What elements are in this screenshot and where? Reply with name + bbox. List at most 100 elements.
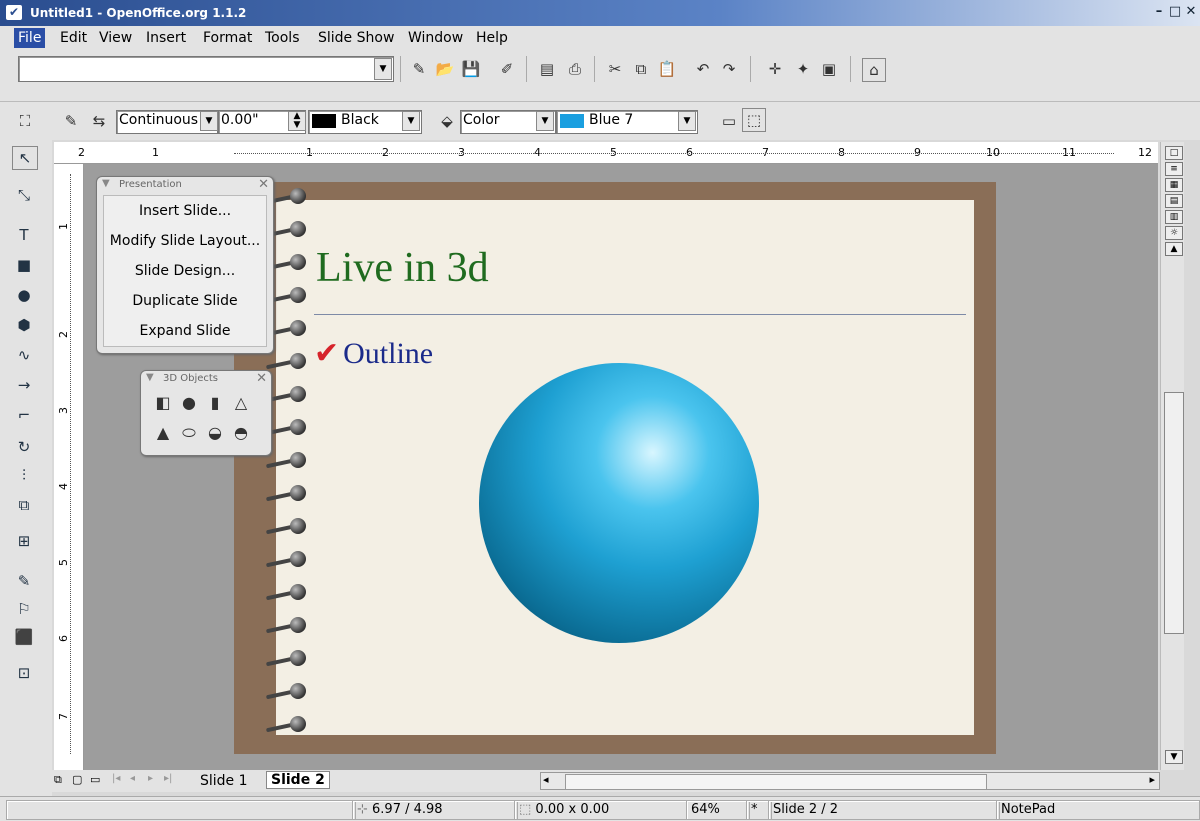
- line-color-dropdown[interactable]: ▼: [402, 111, 420, 131]
- expand-slide-button[interactable]: Expand Slide: [104, 316, 266, 346]
- scroll-right-button[interactable]: ▸: [1149, 773, 1155, 786]
- palette-header[interactable]: ▼ Presentation ✕: [97, 177, 273, 193]
- stylist-icon[interactable]: ✦: [792, 58, 814, 80]
- slides-view-icon[interactable]: ▦: [1165, 178, 1183, 192]
- maximize-icon[interactable]: □: [1168, 5, 1182, 19]
- slide-design-button[interactable]: Slide Design...: [104, 256, 266, 286]
- text-icon[interactable]: T: [12, 224, 36, 246]
- 3d-sphere[interactable]: [479, 363, 759, 643]
- bullet-item[interactable]: ✔ Outline: [314, 336, 433, 371]
- 3d-objects-icon[interactable]: ⬢: [12, 314, 36, 336]
- vertical-scrollbar[interactable]: □ ≡ ▦ ▤ ▥ ☼ ▲ ▼: [1160, 142, 1184, 770]
- slide[interactable]: Live in 3d ✔ Outline: [276, 200, 974, 735]
- open-icon[interactable]: 📂: [434, 58, 456, 80]
- tab-slide-1[interactable]: Slide 1: [200, 773, 248, 789]
- app-icon[interactable]: ✔: [6, 5, 22, 20]
- modify-slide-layout-button[interactable]: Modify Slide Layout...: [104, 226, 266, 256]
- area-style-dropdown[interactable]: ▼: [536, 111, 554, 131]
- menu-slide-show[interactable]: Slide Show: [318, 30, 394, 46]
- print-icon[interactable]: ⎙: [564, 58, 586, 80]
- menu-window[interactable]: Window: [408, 30, 463, 46]
- undo-icon[interactable]: ↶: [692, 58, 714, 80]
- cut-icon[interactable]: ✂: [604, 58, 626, 80]
- cone-icon[interactable]: △: [231, 393, 251, 413]
- connector-icon[interactable]: ⌐: [12, 404, 36, 426]
- edit-points-icon[interactable]: ⬚: [742, 108, 766, 132]
- style-icon[interactable]: ✎: [60, 110, 82, 132]
- close-icon[interactable]: ✕: [1184, 5, 1198, 19]
- url-dropdown-button[interactable]: ▼: [374, 58, 392, 80]
- pyramid-icon[interactable]: ▲: [153, 423, 173, 443]
- outline-view-icon[interactable]: ≡: [1165, 162, 1183, 176]
- vertical-ruler[interactable]: 1 2 3 4 5 6 7: [54, 164, 84, 770]
- slide-show-icon[interactable]: ⊡: [12, 662, 36, 684]
- line-width-spinner[interactable]: ▲ ▼: [288, 111, 306, 131]
- curve-icon[interactable]: ∿: [12, 344, 36, 366]
- object-bar-icon[interactable]: ⛶: [14, 110, 36, 132]
- cylinder-icon[interactable]: ▮: [205, 393, 225, 413]
- paste-icon[interactable]: 📋: [656, 58, 678, 80]
- ellipse-icon[interactable]: ●: [12, 284, 36, 306]
- half-sphere-icon[interactable]: ◓: [231, 423, 251, 443]
- scroll-down-button[interactable]: ▼: [1165, 750, 1183, 764]
- close-icon[interactable]: ✕: [256, 371, 267, 386]
- line-style-dropdown[interactable]: ▼: [200, 111, 218, 131]
- shell-icon[interactable]: ◒: [205, 423, 225, 443]
- zoom-field[interactable]: 64%: [686, 800, 750, 820]
- rectangle-icon[interactable]: ■: [12, 254, 36, 276]
- arrange-icon[interactable]: ⧉: [12, 494, 36, 516]
- insert-slide-button[interactable]: Insert Slide...: [104, 196, 266, 226]
- menu-format[interactable]: Format: [203, 30, 252, 46]
- close-icon[interactable]: ✕: [258, 177, 269, 192]
- url-input[interactable]: [18, 56, 394, 82]
- area-color-dropdown[interactable]: ▼: [678, 111, 696, 131]
- menu-tools[interactable]: Tools: [265, 30, 300, 46]
- last-slide-icon[interactable]: ▸|: [164, 773, 172, 784]
- area-style-icon[interactable]: ⬙: [436, 110, 458, 132]
- h-scroll-thumb[interactable]: [565, 774, 987, 790]
- area-color-select[interactable]: Blue 7: [556, 110, 698, 134]
- collapse-icon[interactable]: ▼: [146, 372, 154, 383]
- alignment-icon[interactable]: ⫶: [12, 464, 36, 486]
- data-sources-icon[interactable]: ⌂: [862, 58, 886, 82]
- menu-help[interactable]: Help: [476, 30, 508, 46]
- select-arrow-icon[interactable]: ↖: [12, 146, 38, 170]
- menu-file[interactable]: File: [14, 28, 46, 48]
- redo-icon[interactable]: ↷: [718, 58, 740, 80]
- line-ends-icon[interactable]: ⇆: [88, 110, 110, 132]
- drawing-view-icon[interactable]: □: [1165, 146, 1183, 160]
- menu-insert[interactable]: Insert: [146, 30, 186, 46]
- horizontal-ruler[interactable]: 2 1 1 2 3 4 5 6 7 8 9 10 11 12: [54, 142, 1158, 164]
- next-slide-icon[interactable]: ▸: [148, 773, 153, 784]
- collapse-icon[interactable]: ▼: [102, 178, 110, 189]
- insert-icon[interactable]: ⊞: [12, 530, 36, 552]
- palette-header[interactable]: ▼ 3D Objects ✕: [141, 371, 271, 387]
- layer-mode-icon[interactable]: ▭: [90, 773, 100, 786]
- save-icon[interactable]: 💾: [460, 58, 482, 80]
- rotate-icon[interactable]: ↻: [12, 436, 36, 458]
- shadow-icon[interactable]: ▭: [718, 110, 740, 132]
- notes-view-icon[interactable]: ▤: [1165, 194, 1183, 208]
- menu-edit[interactable]: Edit: [60, 30, 87, 46]
- gallery-icon[interactable]: ▣: [818, 58, 840, 80]
- tab-slide-2[interactable]: Slide 2: [266, 771, 330, 789]
- minimize-icon[interactable]: –: [1152, 5, 1166, 19]
- sphere-icon[interactable]: ●: [179, 393, 199, 413]
- interaction-icon[interactable]: ⚐: [12, 598, 36, 620]
- first-slide-icon[interactable]: |◂: [112, 773, 120, 784]
- slide-title[interactable]: Live in 3d: [316, 244, 489, 292]
- menu-view[interactable]: View: [99, 30, 132, 46]
- zoom-icon[interactable]: ⤡: [12, 184, 36, 206]
- export-pdf-icon[interactable]: ▤: [536, 58, 558, 80]
- drawing-mode-icon[interactable]: ⧉: [54, 773, 62, 787]
- edit-file-icon[interactable]: ✎: [408, 58, 430, 80]
- 3d-controller-icon[interactable]: ⬛: [12, 626, 36, 648]
- navigator-icon[interactable]: ✛: [764, 58, 786, 80]
- edit-mode-icon[interactable]: ✐: [496, 58, 518, 80]
- torus-icon[interactable]: ⬭: [179, 423, 199, 443]
- effects-icon[interactable]: ✎: [12, 570, 36, 592]
- copy-icon[interactable]: ⧉: [630, 58, 652, 80]
- prev-slide-icon[interactable]: ◂: [130, 773, 135, 784]
- slide-sorter-icon[interactable]: ☼: [1165, 226, 1183, 240]
- horizontal-scrollbar[interactable]: ◂ ▸: [540, 772, 1160, 790]
